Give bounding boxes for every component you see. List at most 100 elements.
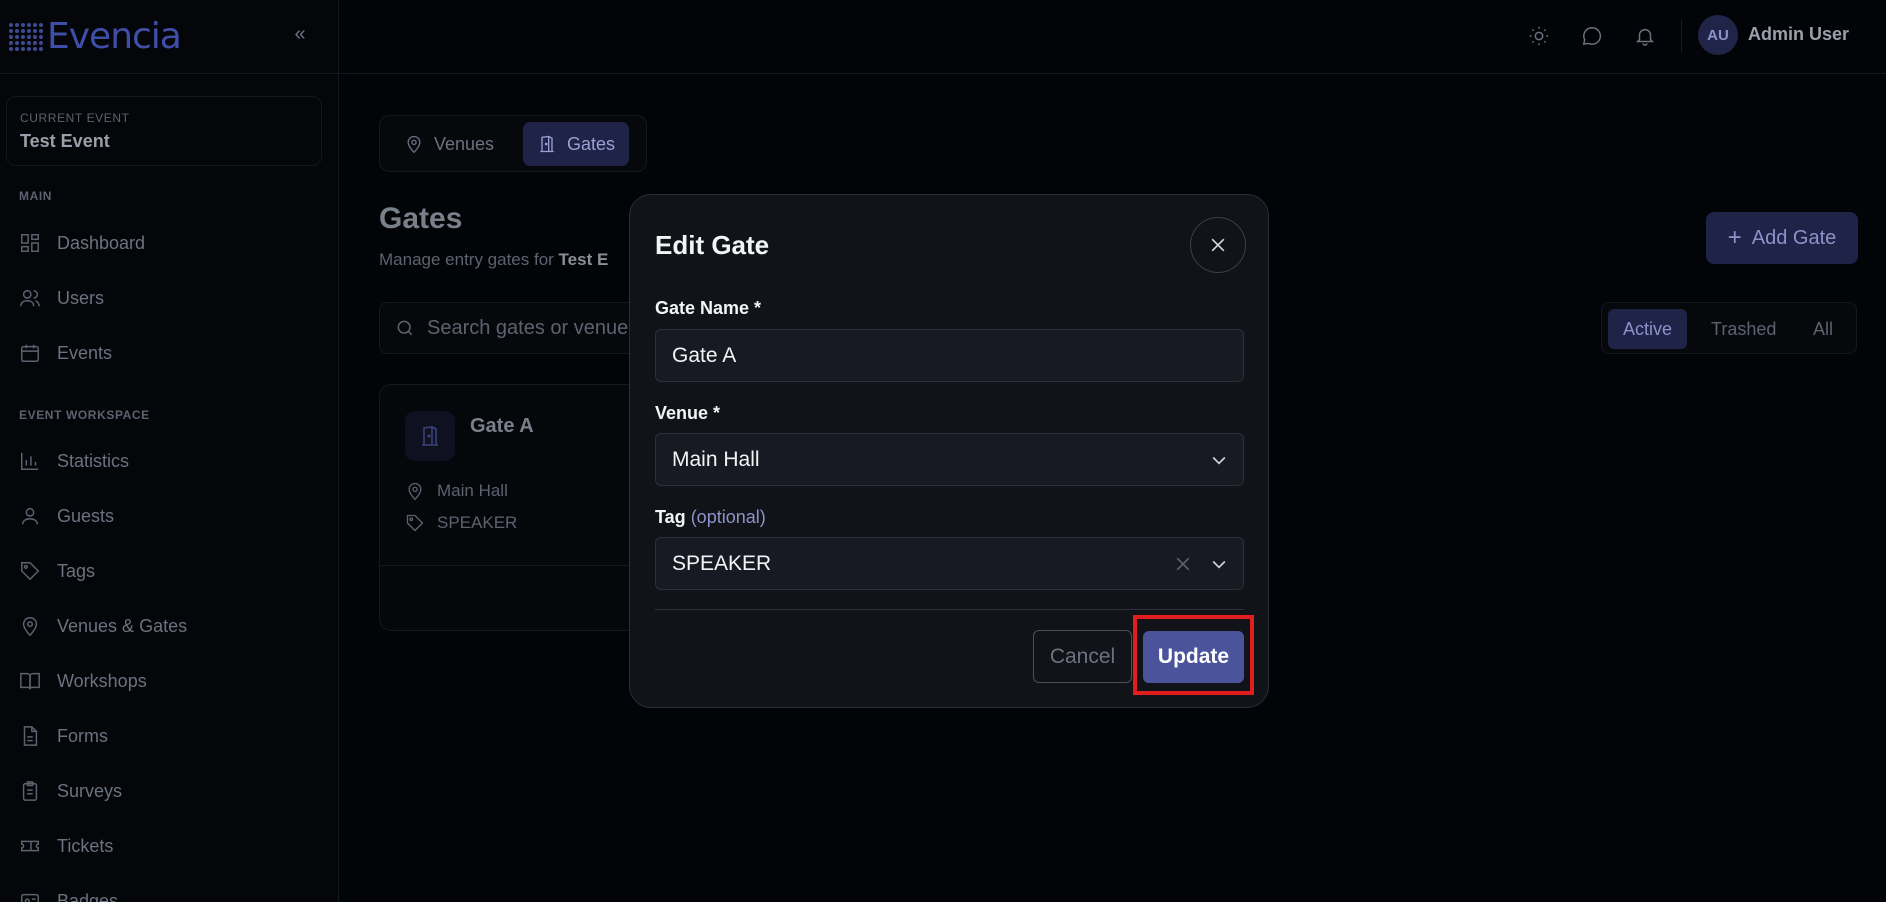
sidebar-item-tickets[interactable]: Tickets — [19, 831, 113, 861]
user-name[interactable]: Admin User — [1748, 24, 1849, 45]
page-subtitle: Manage entry gates for Test E — [379, 250, 608, 270]
sidebar-item-tags[interactable]: Tags — [19, 556, 95, 586]
tag-icon — [406, 514, 424, 532]
chevron-down-icon[interactable] — [1209, 554, 1229, 574]
sidebar-item-label: Statistics — [57, 450, 130, 471]
clipboard-icon — [22, 781, 38, 801]
topbar: AU Admin User — [340, 0, 1886, 74]
sidebar-item-workshops[interactable]: Workshops — [19, 666, 147, 696]
logo-row: Evencia « — [0, 0, 338, 74]
gate-card[interactable]: Gate A Main Hall SPEAKER — [379, 384, 639, 631]
add-gate-button[interactable]: + Add Gate — [1706, 212, 1858, 264]
gate-tag: SPEAKER — [405, 513, 517, 533]
tab-venues[interactable]: Venues — [390, 122, 508, 166]
update-button-highlight — [1133, 615, 1254, 695]
sidebar-item-label: Guests — [57, 505, 115, 526]
sidebar-item-surveys[interactable]: Surveys — [19, 776, 122, 806]
tag-label: Tag (optional) — [655, 507, 766, 528]
chevron-down-icon — [1209, 450, 1229, 470]
tag-select[interactable]: SPEAKER — [655, 537, 1244, 590]
sidebar-item-statistics[interactable]: Statistics — [19, 446, 129, 476]
status-filter: Active Trashed All — [1601, 302, 1857, 354]
theme-toggle-sun-icon[interactable] — [1526, 23, 1552, 49]
filter-trashed[interactable]: Trashed — [1696, 309, 1791, 349]
modal-title: Edit Gate — [655, 230, 770, 260]
card-divider — [380, 565, 638, 566]
add-gate-label: Add Gate — [1751, 226, 1837, 249]
gate-name: Gate A — [470, 415, 534, 437]
dashboard-icon — [21, 234, 39, 252]
collapse-sidebar-icon[interactable]: « — [288, 22, 312, 46]
subtitle-event: Test E — [558, 250, 609, 269]
sidebar-item-events[interactable]: Events — [19, 338, 112, 368]
subtitle-prefix: Manage entry gates for — [379, 250, 559, 269]
current-event-name: Test Event — [20, 131, 110, 151]
bell-icon[interactable] — [1632, 23, 1658, 49]
gate-venue: Main Hall — [405, 481, 508, 501]
venue-select[interactable]: Main Hall — [655, 433, 1244, 486]
file-icon — [23, 726, 38, 746]
badge-icon — [21, 893, 39, 902]
search-input[interactable]: Search gates or venue — [379, 302, 639, 354]
book-icon — [20, 672, 40, 690]
sidebar-item-users[interactable]: Users — [19, 283, 104, 313]
gate-name-input[interactable]: Gate A — [655, 329, 1244, 382]
page-title: Gates — [379, 202, 463, 235]
sidebar-item-label: Users — [57, 287, 105, 308]
venue-value: Main Hall — [672, 447, 760, 471]
current-event-label: CURRENT EVENT — [20, 111, 130, 125]
sidebar-item-label: Surveys — [57, 780, 123, 801]
search-icon — [397, 320, 413, 336]
avatar[interactable]: AU — [1698, 15, 1738, 55]
sidebar: Evencia « CURRENT EVENT Test Event MAIN … — [0, 0, 339, 902]
chat-icon[interactable] — [1579, 23, 1605, 49]
sidebar-item-label: Forms — [57, 725, 108, 746]
close-button[interactable] — [1190, 217, 1246, 273]
tab-label: Gates — [567, 133, 616, 154]
sidebar-item-label: Dashboard — [57, 232, 146, 253]
cancel-button[interactable]: Cancel — [1033, 630, 1132, 683]
bar-chart-icon — [21, 452, 39, 470]
logo-text: Evencia — [47, 16, 182, 57]
close-icon — [1211, 238, 1225, 252]
tab-label: Venues — [434, 133, 495, 154]
tag-icon — [21, 562, 40, 581]
sidebar-item-dashboard[interactable]: Dashboard — [19, 228, 145, 258]
gate-name-label: Gate Name * — [655, 298, 762, 318]
sidebar-item-label: Workshops — [57, 670, 147, 691]
sidebar-item-label: Badges — [57, 890, 119, 902]
clear-icon[interactable] — [1173, 554, 1193, 574]
current-event-card[interactable]: CURRENT EVENT Test Event — [6, 96, 322, 166]
tag-label-text: Tag — [655, 507, 686, 527]
sidebar-item-forms[interactable]: Forms — [19, 721, 108, 751]
tab-gates[interactable]: Gates — [523, 122, 630, 166]
gate-door-icon — [540, 135, 554, 153]
filter-active[interactable]: Active — [1608, 309, 1688, 349]
filter-all[interactable]: All — [1798, 309, 1848, 349]
search-placeholder: Search gates or venue — [427, 316, 629, 339]
section-title-main: MAIN — [19, 189, 53, 203]
modal-divider — [655, 609, 1244, 610]
venue-label: Venue * — [655, 403, 721, 423]
sidebar-item-badges[interactable]: Badges — [19, 886, 118, 902]
sidebar-item-label: Tickets — [57, 835, 114, 856]
map-pin-icon — [408, 482, 422, 501]
sidebar-item-label: Events — [57, 342, 113, 363]
topbar-divider — [1681, 20, 1682, 52]
gate-venue-label: Main Hall — [437, 481, 508, 500]
gate-tag-label: SPEAKER — [437, 513, 518, 532]
section-title-workspace: EVENT WORKSPACE — [19, 408, 150, 422]
sidebar-item-label: Venues & Gates — [57, 615, 188, 636]
users-icon — [20, 289, 40, 307]
logo-mark-icon — [9, 20, 45, 54]
gate-door-icon — [422, 426, 438, 446]
sidebar-item-guests[interactable]: Guests — [19, 501, 114, 531]
user-icon — [21, 507, 39, 525]
map-pin-icon — [407, 135, 421, 154]
map-pin-icon — [22, 617, 38, 637]
gate-name-value: Gate A — [672, 343, 737, 367]
sidebar-item-venues-gates[interactable]: Venues & Gates — [19, 611, 187, 641]
plus-icon: + — [1727, 224, 1742, 251]
ticket-icon — [21, 840, 39, 852]
gate-icon-box — [405, 411, 455, 461]
